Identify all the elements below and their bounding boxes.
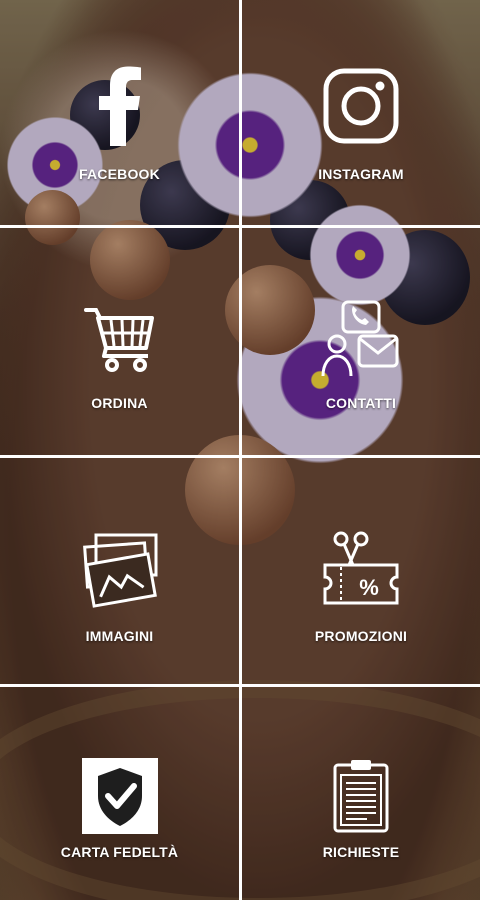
tile-label-richieste: RICHIESTE xyxy=(322,844,400,860)
tile-contatti[interactable]: CONTATTI xyxy=(242,228,480,455)
tile-immagini[interactable]: IMMAGINI xyxy=(0,458,239,684)
images-icon xyxy=(80,533,160,609)
contacts-icon xyxy=(321,300,401,378)
shopping-cart-icon xyxy=(83,306,156,372)
facebook-icon xyxy=(98,66,142,146)
promotion-coupon-icon: % xyxy=(323,531,399,607)
clipboard-requests-icon xyxy=(333,759,389,833)
tile-label-carta-fedelta: CARTA FEDELTÀ xyxy=(60,844,179,860)
tile-label-contatti: CONTATTI xyxy=(325,395,397,411)
tile-label-instagram: INSTAGRAM xyxy=(318,166,404,182)
tile-instagram[interactable]: INSTAGRAM xyxy=(242,0,480,225)
tile-ordina[interactable]: ORDINA xyxy=(0,228,239,455)
tile-label-facebook: FACEBOOK xyxy=(79,166,160,182)
instagram-icon xyxy=(323,68,399,144)
tile-richieste[interactable]: RICHIESTE xyxy=(242,687,480,900)
menu-grid: FACEBOOK INSTAGRAM ORDINA CONTATTI IMMAG… xyxy=(0,0,480,900)
tile-label-immagini: IMMAGINI xyxy=(85,628,154,644)
tile-label-promozioni: PROMOZIONI xyxy=(314,628,408,644)
app-home-screen: FACEBOOK INSTAGRAM ORDINA CONTATTI IMMAG… xyxy=(0,0,480,900)
loyalty-card-shield-icon xyxy=(81,758,158,834)
svg-text:%: % xyxy=(359,575,379,600)
tile-carta-fedelta[interactable]: CARTA FEDELTÀ xyxy=(0,687,239,900)
tile-facebook[interactable]: FACEBOOK xyxy=(0,0,239,225)
tile-promozioni[interactable]: % PROMOZIONI xyxy=(242,458,480,684)
tile-label-ordina: ORDINA xyxy=(91,395,148,411)
